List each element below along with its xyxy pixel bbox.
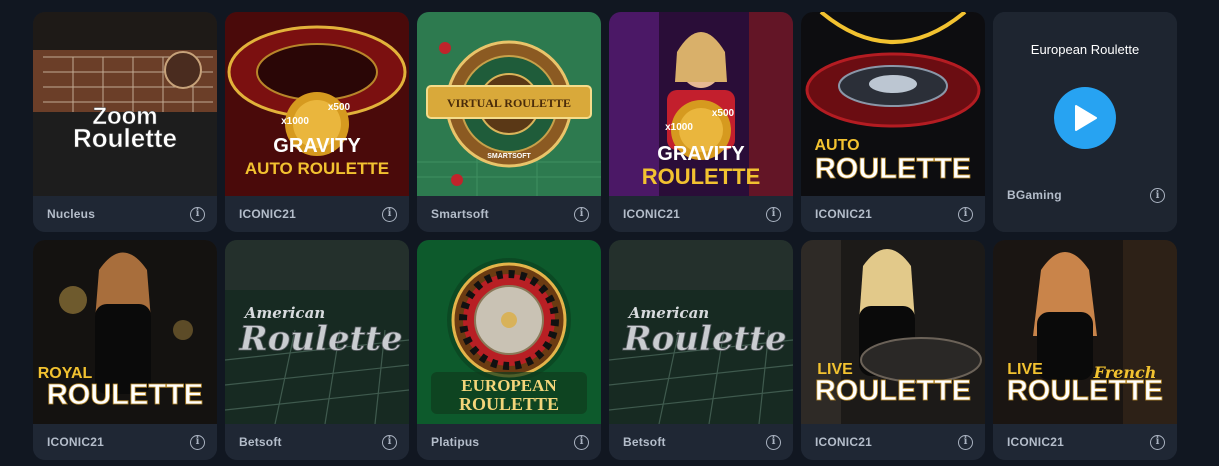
game-artwork: AUTO ROULETTE (801, 12, 985, 196)
info-icon[interactable]: i (1150, 188, 1165, 203)
card-footer: ICONIC21 i (609, 196, 793, 232)
game-artwork: ROYAL ROULETTE (33, 240, 217, 424)
provider-name: BGaming (1007, 188, 1062, 202)
game-card-zoom-roulette[interactable]: Zoom Roulette Nucleus i (33, 12, 217, 232)
art-text-line: GRAVITY (273, 135, 361, 157)
info-icon[interactable]: i (958, 434, 973, 450)
game-artwork: LIVE ROULETTE (801, 240, 985, 424)
game-artwork: LIVE French ROULETTE (993, 240, 1177, 424)
game-thumbnail: American Roulette (609, 240, 793, 424)
card-footer: ICONIC21 i (225, 196, 409, 232)
game-thumbnail: x1000 x500 GRAVITY AUTO ROULETTE (225, 12, 409, 196)
art-text-line: ROULETTE (815, 375, 971, 407)
game-thumbnail: AUTO ROULETTE (801, 12, 985, 196)
art-text-line: Roulette (73, 123, 177, 153)
game-artwork: American Roulette (609, 240, 793, 424)
card-footer: Betsoft i (609, 424, 793, 460)
card-footer: ICONIC21 i (801, 424, 985, 460)
art-text-line: ROULETTE (47, 379, 203, 411)
art-text-line: SMARTSOFT (487, 153, 531, 160)
provider-name: ICONIC21 (623, 207, 680, 221)
info-icon[interactable]: i (574, 206, 589, 222)
provider-name: ICONIC21 (815, 207, 872, 221)
provider-name: Betsoft (623, 435, 666, 449)
game-thumbnail: LIVE French ROULETTE (993, 240, 1177, 424)
card-footer: Smartsoft i (417, 196, 601, 232)
game-thumbnail: American Roulette (225, 240, 409, 424)
art-text-line: VIRTUAL ROULETTE (447, 96, 571, 110)
card-footer: ICONIC21 i (33, 424, 217, 460)
art-text-line: EUROPEAN (461, 376, 557, 395)
card-footer: ICONIC21 i (993, 424, 1177, 460)
info-icon[interactable]: i (190, 434, 205, 450)
provider-name: Betsoft (239, 435, 282, 449)
game-artwork: EUROPEAN ROULETTE (417, 240, 601, 424)
play-icon (1075, 105, 1097, 131)
game-artwork: x1000 x500 GRAVITY ROULETTE (609, 12, 793, 196)
provider-name: Nucleus (47, 207, 96, 221)
info-icon[interactable]: i (382, 206, 397, 222)
art-text-line: ROULETTE (459, 394, 559, 414)
info-icon[interactable]: i (1150, 434, 1165, 450)
info-icon[interactable]: i (958, 206, 973, 222)
art-text-line: ROULETTE (642, 164, 761, 189)
game-thumbnail: ROYAL ROULETTE (33, 240, 217, 424)
art-text-line: x500 (328, 102, 351, 113)
game-artwork: American Roulette (225, 240, 409, 424)
game-card-live-french-roulette[interactable]: LIVE French ROULETTE ICONIC21 i (993, 240, 1177, 460)
provider-name: Platipus (431, 435, 480, 449)
art-text-line: x1000 (281, 116, 309, 127)
card-footer: Platipus i (417, 424, 601, 460)
game-thumbnail: Zoom Roulette (33, 12, 217, 196)
game-card-european-roulette-hover[interactable]: European Roulette BGaming i (993, 12, 1177, 232)
provider-name: ICONIC21 (1007, 435, 1064, 449)
game-card-american-roulette[interactable]: American Roulette Betsoft i (225, 240, 409, 460)
card-footer: Betsoft i (225, 424, 409, 460)
info-icon[interactable]: i (766, 434, 781, 450)
play-button[interactable] (1054, 87, 1116, 149)
card-footer: Nucleus i (33, 196, 217, 232)
game-thumbnail: LIVE ROULETTE (801, 240, 985, 424)
game-card-american-roulette-2[interactable]: American Roulette Betsoft i (609, 240, 793, 460)
game-thumbnail: VIRTUAL ROULETTE SMARTSOFT (417, 12, 601, 196)
art-text-line: AUTO ROULETTE (245, 159, 389, 178)
game-card-gravity-auto-roulette[interactable]: x1000 x500 GRAVITY AUTO ROULETTE ICONIC2… (225, 12, 409, 232)
game-title: European Roulette (1030, 42, 1140, 57)
game-card-live-roulette[interactable]: LIVE ROULETTE ICONIC21 i (801, 240, 985, 460)
game-card-royal-roulette[interactable]: ROYAL ROULETTE ICONIC21 i (33, 240, 217, 460)
art-text-line: GRAVITY (657, 143, 745, 165)
art-text-line: ROULETTE (1007, 375, 1163, 407)
game-grid: Zoom Roulette Nucleus i x1000 x500 GRAVI… (33, 12, 1177, 460)
game-thumbnail: EUROPEAN ROULETTE (417, 240, 601, 424)
game-artwork: Zoom Roulette (33, 12, 217, 196)
game-card-auto-roulette[interactable]: AUTO ROULETTE ICONIC21 i (801, 12, 985, 232)
game-thumbnail: x1000 x500 GRAVITY ROULETTE (609, 12, 793, 196)
art-text-line: AUTO (814, 137, 859, 154)
info-icon[interactable]: i (382, 434, 397, 450)
info-icon[interactable]: i (574, 434, 589, 450)
card-footer: ICONIC21 i (801, 196, 985, 232)
art-text-line: x500 (712, 108, 735, 119)
game-artwork: x1000 x500 GRAVITY AUTO ROULETTE (225, 12, 409, 196)
game-card-european-roulette[interactable]: EUROPEAN ROULETTE Platipus i (417, 240, 601, 460)
info-icon[interactable]: i (190, 206, 205, 222)
art-text-line: Roulette (622, 319, 786, 359)
art-text-line: x1000 (665, 122, 693, 133)
info-icon[interactable]: i (766, 206, 781, 222)
game-artwork: VIRTUAL ROULETTE SMARTSOFT (417, 12, 601, 196)
art-text-line: Roulette (238, 319, 402, 359)
provider-name: ICONIC21 (47, 435, 104, 449)
provider-name: Smartsoft (431, 207, 489, 221)
provider-name: ICONIC21 (815, 435, 872, 449)
card-footer: BGaming i (993, 182, 1177, 232)
game-card-gravity-roulette[interactable]: x1000 x500 GRAVITY ROULETTE ICONIC21 i (609, 12, 793, 232)
game-card-virtual-roulette[interactable]: VIRTUAL ROULETTE SMARTSOFT Smartsoft i (417, 12, 601, 232)
art-text-line: ROULETTE (815, 153, 971, 185)
provider-name: ICONIC21 (239, 207, 296, 221)
